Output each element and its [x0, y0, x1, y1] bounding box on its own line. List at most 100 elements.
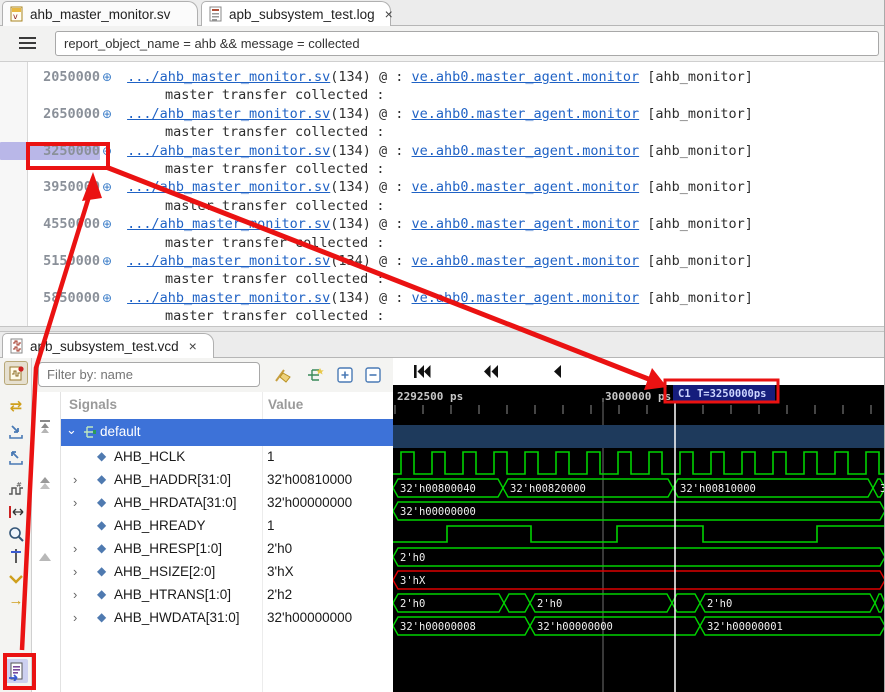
signal-group-row[interactable]: ⌄default [61, 419, 393, 446]
svg-text:32'h00000000: 32'h00000000 [537, 621, 613, 633]
scroll-top-icon[interactable] [37, 418, 53, 439]
log-entry-detail: master transfer collected : [0, 86, 885, 104]
tab-apb-subsystem-test-log[interactable]: apb_subsystem_test.log × [201, 1, 391, 26]
expand-all-icon[interactable] [334, 364, 356, 386]
pin-waveform-icon[interactable] [4, 361, 28, 385]
file-link[interactable]: .../ahb_master_monitor.sv [127, 216, 330, 232]
expand-plus-icon[interactable]: ⊕ [102, 254, 112, 268]
export-signal-icon[interactable] [4, 446, 28, 470]
hierarchy-link[interactable]: ve.ahb0.master_agent.monitor [412, 253, 640, 269]
wave-viewer: ⇄ # → [0, 358, 885, 692]
file-link[interactable]: .../ahb_master_monitor.sv [127, 290, 330, 306]
log-entry-line1: 5150000⊕.../ahb_master_monitor.sv(134) @… [0, 252, 885, 270]
link-signals-icon[interactable] [304, 364, 326, 386]
scroll-up-page-icon[interactable] [37, 550, 53, 568]
log-entry[interactable]: 4550000⊕.../ahb_master_monitor.sv(134) @… [0, 215, 885, 252]
svg-text:2'h0: 2'h0 [400, 552, 425, 564]
file-link[interactable]: .../ahb_master_monitor.sv [127, 106, 330, 122]
svg-text:32'h00800040: 32'h00800040 [400, 483, 476, 495]
close-tab-icon[interactable]: × [189, 338, 197, 354]
signal-row[interactable]: ›◆AHB_HADDR[31:0]32'h00810000 [61, 469, 393, 492]
log-timestamp[interactable]: 3950000 [0, 178, 100, 196]
signal-row[interactable]: ◆AHB_HREADY1 [61, 515, 393, 538]
signal-row[interactable]: ›◆AHB_HRESP[1:0]2'h0 [61, 538, 393, 561]
log-entry-line1: 2050000⊕.../ahb_master_monitor.sv(134) @… [0, 68, 885, 86]
log-entry-line1: 3250000⊕.../ahb_master_monitor.sv(134) @… [0, 142, 885, 160]
signal-row[interactable]: ◆AHB_HCLK1 [61, 446, 393, 469]
expand-plus-icon[interactable]: ⊕ [102, 291, 112, 305]
log-entry[interactable]: 2650000⊕ .../ahb_master_monitor.sv(134) @… [0, 105, 885, 142]
file-link[interactable]: .../ahb_master_monitor.sv [127, 253, 330, 269]
goto-arrow-icon[interactable]: → [4, 588, 28, 612]
log-entry-detail: master transfer collected : [0, 234, 885, 252]
hierarchy-link[interactable]: ve.ahb0.master_agent.monitor [412, 69, 640, 85]
file-link[interactable]: .../ahb_master_monitor.sv [127, 179, 330, 195]
chevron-right-icon[interactable]: › [73, 564, 77, 579]
collapse-all-icon[interactable] [362, 364, 384, 386]
log-entry[interactable]: 3950000⊕.../ahb_master_monitor.sv(134) @… [0, 178, 885, 215]
chevron-right-icon[interactable]: › [73, 472, 77, 487]
log-timestamp[interactable]: 3250000 [0, 142, 100, 160]
chevron-down-icon[interactable]: ⌄ [66, 422, 77, 438]
expand-plus-icon[interactable]: ⊕ [102, 217, 112, 231]
sync-arrows-icon[interactable]: ⇄ [4, 394, 28, 418]
signals-header: Signals Value [61, 392, 393, 418]
log-timestamp[interactable]: 2050000 [0, 68, 100, 86]
signal-row[interactable]: ›◆AHB_HSIZE[2:0]3'hX [61, 561, 393, 584]
signal-value: 32'h00810000 [267, 472, 352, 487]
close-tab-icon[interactable]: × [385, 6, 393, 22]
log-entry[interactable]: 3250000⊕.../ahb_master_monitor.sv(134) @… [0, 142, 885, 179]
tab-ahb-master-monitor[interactable]: v ahb_master_monitor.sv [2, 1, 198, 26]
log-entry[interactable]: 2050000⊕.../ahb_master_monitor.sv(134) @… [0, 68, 885, 105]
scroll-up-icon[interactable] [37, 476, 53, 495]
signal-filter-input[interactable] [38, 362, 260, 387]
signal-row[interactable]: ›◆AHB_HWDATA[31:0]32'h00000000 [61, 607, 393, 630]
hierarchy-link[interactable]: ve.ahb0.master_agent.monitor [412, 179, 640, 195]
hierarchy-link[interactable]: ve.ahb0.master_agent.monitor [412, 143, 640, 159]
log-entry-line1: 4550000⊕.../ahb_master_monitor.sv(134) @… [0, 215, 885, 233]
zoom-selection-icon[interactable] [4, 522, 28, 546]
show-values-icon[interactable]: # [4, 478, 28, 502]
svg-text:2'h0: 2'h0 [537, 598, 562, 610]
chevron-right-icon[interactable]: › [73, 541, 77, 556]
expand-plus-icon[interactable]: ⊕ [102, 107, 112, 121]
import-signal-icon[interactable] [4, 420, 28, 444]
signal-name: AHB_HRDATA[31:0] [114, 495, 237, 510]
log-entry[interactable]: 5150000⊕.../ahb_master_monitor.sv(134) @… [0, 252, 885, 289]
hierarchy-link[interactable]: ve.ahb0.master_agent.monitor [412, 216, 640, 232]
svg-text:#: # [16, 481, 22, 489]
chevron-right-icon[interactable]: › [73, 587, 77, 602]
expand-plus-icon[interactable]: ⊕ [102, 180, 112, 194]
log-view[interactable]: 2050000⊕.../ahb_master_monitor.sv(134) @… [0, 62, 885, 326]
chevron-right-icon[interactable]: › [73, 610, 77, 625]
waveform-area[interactable]: 2292500 ps3000000 ps32'h0080004032'h0082… [393, 358, 885, 692]
signal-row[interactable]: ›◆AHB_HRDATA[31:0]32'h00000000 [61, 492, 393, 515]
log-filter-input[interactable] [55, 31, 879, 56]
measure-cursor-icon[interactable] [4, 500, 28, 524]
open-log-link-icon[interactable] [4, 659, 28, 683]
file-link[interactable]: .../ahb_master_monitor.sv [127, 69, 330, 85]
scroll-cue-strip [32, 392, 61, 692]
hierarchy-link[interactable]: ve.ahb0.master_agent.monitor [412, 106, 640, 122]
signal-diamond-icon: ◆ [97, 472, 106, 486]
cursor-tool-icon[interactable] [4, 544, 28, 568]
menu-icon[interactable] [19, 37, 36, 50]
log-timestamp[interactable]: 5850000 [0, 289, 100, 307]
log-entry[interactable]: 5850000⊕.../ahb_master_monitor.sv(134) @… [0, 289, 885, 326]
clear-filter-broom-icon[interactable] [272, 364, 294, 386]
signal-row[interactable]: ›◆AHB_HTRANS[1:0]2'h2 [61, 584, 393, 607]
svg-text:32'h00810000: 32'h00810000 [680, 483, 756, 495]
monitor-tag: [ahb_monitor] [639, 216, 753, 232]
file-link[interactable]: .../ahb_master_monitor.sv [127, 143, 330, 159]
waveform-canvas[interactable]: 2292500 ps3000000 ps32'h0080004032'h0082… [393, 358, 885, 692]
log-timestamp[interactable]: 5150000 [0, 252, 100, 270]
expand-plus-icon[interactable]: ⊕ [102, 144, 112, 158]
signal-diamond-icon: ◆ [97, 564, 106, 578]
expand-plus-icon[interactable]: ⊕ [102, 70, 112, 84]
log-timestamp[interactable]: 4550000 [0, 215, 100, 233]
log-message: .../ahb_master_monitor.sv(134) @ : ve.ah… [127, 106, 753, 122]
log-timestamp[interactable]: 2650000 [0, 105, 100, 123]
tab-apb-subsystem-test-vcd[interactable]: apb_subsystem_test.vcd × [2, 333, 214, 358]
hierarchy-link[interactable]: ve.ahb0.master_agent.monitor [412, 290, 640, 306]
chevron-right-icon[interactable]: › [73, 495, 77, 510]
